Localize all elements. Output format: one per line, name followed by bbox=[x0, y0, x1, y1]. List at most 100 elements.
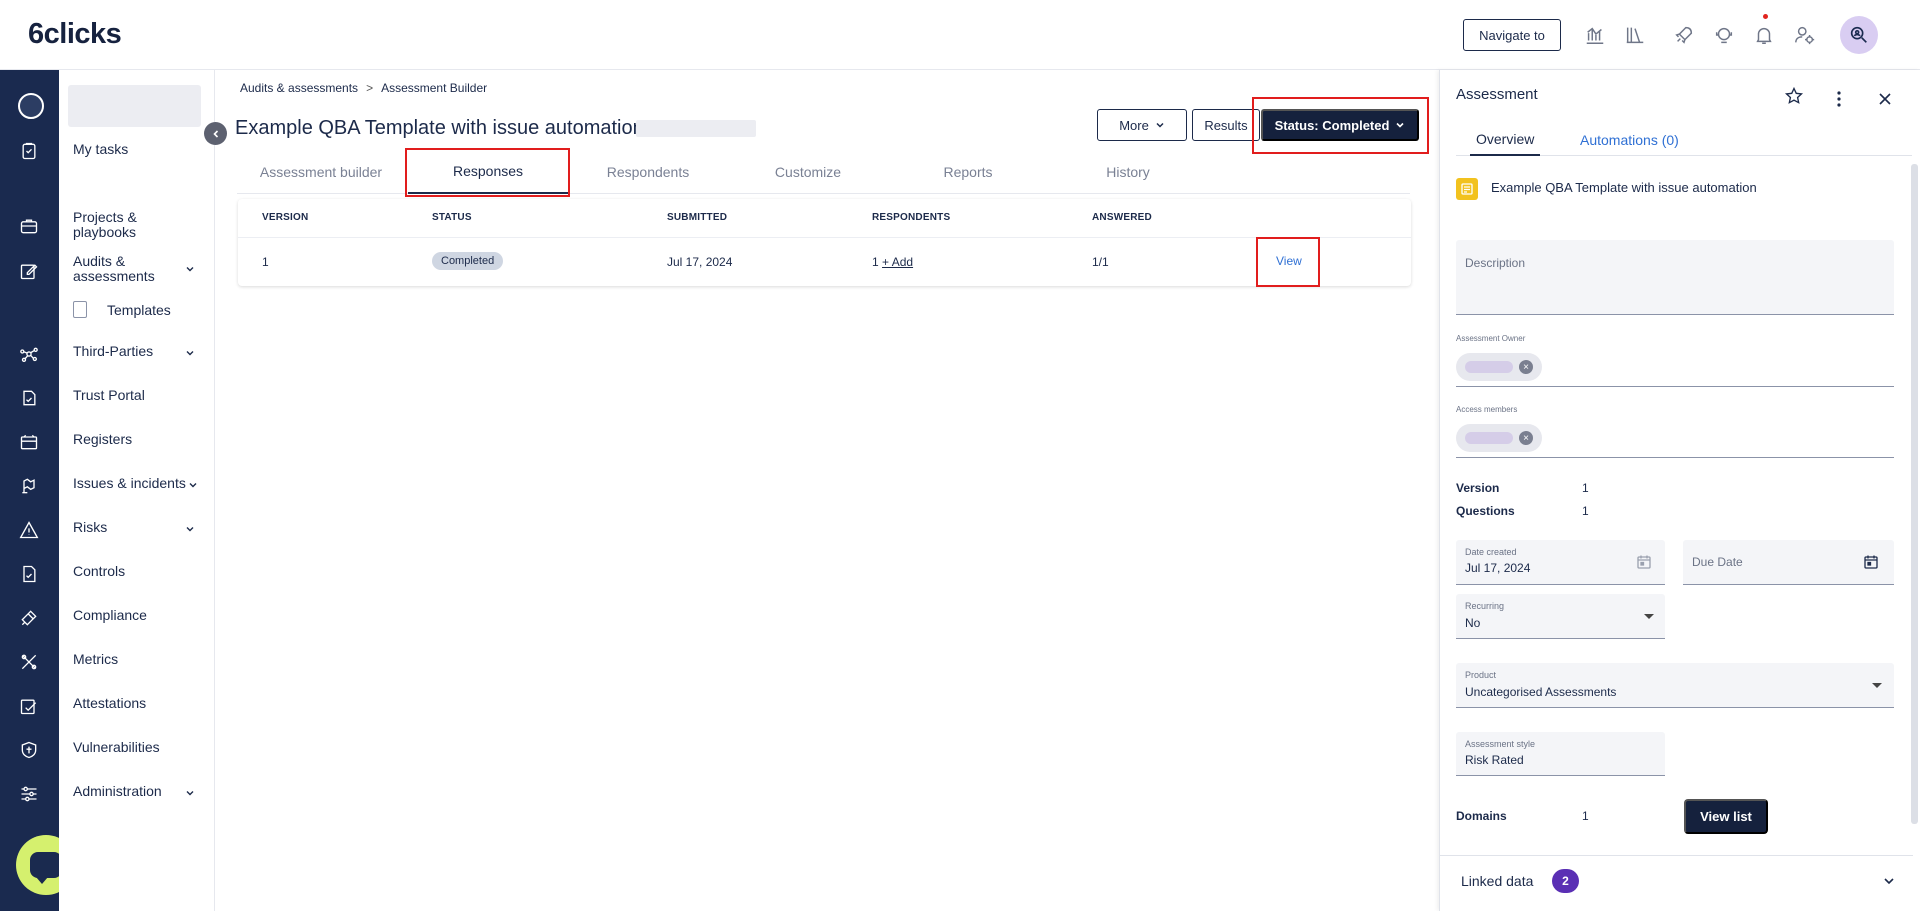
recurring-value: No bbox=[1465, 616, 1481, 630]
more-button[interactable]: More bbox=[1097, 109, 1187, 141]
tasks-icon[interactable] bbox=[17, 139, 41, 163]
add-respondent-link[interactable]: + Add bbox=[882, 255, 913, 269]
bell-icon[interactable] bbox=[1751, 22, 1777, 48]
breadcrumb-separator: > bbox=[366, 81, 374, 95]
sidebar-item-attestations[interactable]: Attestations bbox=[73, 696, 146, 711]
app-logo[interactable]: 6clicks bbox=[28, 18, 122, 51]
sidebar-item-projects[interactable]: Projects & playbooks bbox=[73, 210, 153, 240]
product-label: Product bbox=[1465, 670, 1497, 680]
sidebar-item-metrics[interactable]: Metrics bbox=[73, 652, 118, 667]
sidebar-item-vulnerabilities[interactable]: Vulnerabilities bbox=[73, 740, 160, 755]
template-icon bbox=[73, 301, 87, 318]
remove-member-icon[interactable]: × bbox=[1519, 431, 1533, 445]
metrics-icon[interactable] bbox=[17, 650, 41, 674]
tab-customize[interactable]: Customize bbox=[728, 150, 888, 194]
attestation-icon[interactable] bbox=[17, 694, 41, 718]
panel-title: Assessment bbox=[1456, 86, 1538, 103]
edit-icon[interactable] bbox=[17, 259, 41, 283]
view-list-button[interactable]: View list bbox=[1684, 799, 1768, 834]
results-button[interactable]: Results bbox=[1192, 109, 1260, 141]
product-select[interactable]: Product Uncategorised Assessments bbox=[1456, 663, 1894, 708]
notification-dot bbox=[1763, 14, 1768, 19]
tab-history[interactable]: History bbox=[1048, 150, 1208, 194]
linked-data-label: Linked data bbox=[1461, 873, 1534, 889]
chevron-down-icon[interactable] bbox=[184, 787, 196, 799]
member-chip-placeholder bbox=[1465, 432, 1513, 444]
version-value: 1 bbox=[1582, 481, 1589, 495]
sidebar-item-registers[interactable]: Registers bbox=[73, 432, 132, 447]
rail-avatar[interactable] bbox=[18, 93, 44, 119]
rocket-icon[interactable] bbox=[1671, 22, 1697, 48]
product-value: Uncategorised Assessments bbox=[1465, 685, 1617, 699]
sidebar-item-trust-portal[interactable]: Trust Portal bbox=[73, 388, 145, 403]
tab-overview[interactable]: Overview bbox=[1470, 123, 1541, 156]
user-settings-icon[interactable] bbox=[1792, 22, 1818, 48]
linked-data-count-badge: 2 bbox=[1552, 869, 1579, 893]
controls-icon[interactable] bbox=[17, 562, 41, 586]
briefcase-icon[interactable] bbox=[17, 214, 41, 238]
column-header-version: VERSION bbox=[262, 212, 309, 223]
domains-label: Domains bbox=[1456, 809, 1507, 823]
chevron-down-icon[interactable] bbox=[184, 523, 196, 535]
sidebar-item-my-tasks[interactable]: My tasks bbox=[73, 142, 128, 157]
chevron-down-icon[interactable] bbox=[1882, 874, 1896, 888]
remove-owner-icon[interactable]: × bbox=[1519, 360, 1533, 374]
network-icon[interactable] bbox=[17, 342, 41, 366]
close-icon[interactable] bbox=[1875, 89, 1895, 109]
sidebar-item-controls[interactable]: Controls bbox=[73, 564, 125, 579]
sidebar-item-third-parties[interactable]: Third-Parties bbox=[73, 344, 153, 359]
sidebar-item-administration[interactable]: Administration bbox=[73, 784, 162, 799]
cell-submitted: Jul 17, 2024 bbox=[667, 255, 733, 269]
cell-answered: 1/1 bbox=[1092, 255, 1109, 269]
description-placeholder: Description bbox=[1465, 256, 1526, 270]
version-label: Version bbox=[1456, 481, 1500, 495]
issue-icon[interactable] bbox=[17, 474, 41, 498]
risk-icon[interactable] bbox=[17, 518, 41, 542]
column-header-status: STATUS bbox=[432, 212, 472, 223]
responses-table bbox=[238, 199, 1411, 286]
page-title: Example QBA Template with issue automati… bbox=[235, 117, 644, 139]
due-date-field[interactable]: Due Date bbox=[1683, 540, 1894, 585]
chevron-down-icon[interactable] bbox=[187, 479, 199, 491]
member-chip[interactable]: × bbox=[1456, 424, 1542, 452]
tab-assessment-builder[interactable]: Assessment builder bbox=[237, 150, 405, 194]
user-avatar[interactable] bbox=[1840, 16, 1878, 54]
breadcrumb-current: Assessment Builder bbox=[381, 81, 488, 95]
tab-automations[interactable]: Automations (0) bbox=[1574, 123, 1685, 156]
sidebar-item-templates[interactable]: Templates bbox=[73, 301, 171, 318]
assessment-style-label: Assessment style bbox=[1465, 739, 1536, 749]
assessment-panel bbox=[1439, 70, 1920, 911]
panel-scrollbar[interactable] bbox=[1911, 164, 1918, 824]
sidebar-item-issues[interactable]: Issues & incidents bbox=[73, 476, 186, 491]
tab-reports[interactable]: Reports bbox=[888, 150, 1048, 194]
date-created-field[interactable]: Date created Jul 17, 2024 bbox=[1456, 540, 1665, 585]
compliance-icon[interactable] bbox=[17, 606, 41, 630]
shield-icon[interactable] bbox=[17, 738, 41, 762]
library-icon[interactable] bbox=[1622, 22, 1648, 48]
chevron-down-icon[interactable] bbox=[184, 263, 196, 275]
chevron-down-icon[interactable] bbox=[184, 347, 196, 359]
support-icon[interactable] bbox=[1711, 22, 1737, 48]
analytics-icon[interactable] bbox=[1582, 22, 1608, 48]
breadcrumb-parent[interactable]: Audits & assessments bbox=[240, 81, 358, 95]
register-icon[interactable] bbox=[17, 430, 41, 454]
sidebar-item-audits[interactable]: Audits & assessments bbox=[73, 254, 163, 284]
sidebar-item-compliance[interactable]: Compliance bbox=[73, 608, 147, 623]
sidebar-item-risks[interactable]: Risks bbox=[73, 520, 107, 535]
description-field[interactable]: Description bbox=[1456, 240, 1894, 315]
calendar-icon[interactable] bbox=[1863, 554, 1879, 570]
recurring-select[interactable]: Recurring No bbox=[1456, 594, 1665, 639]
star-icon[interactable] bbox=[1784, 86, 1804, 106]
tab-respondents[interactable]: Respondents bbox=[568, 150, 728, 194]
portal-icon[interactable] bbox=[17, 386, 41, 410]
collapse-sidebar-button[interactable] bbox=[204, 122, 227, 145]
owner-chip[interactable]: × bbox=[1456, 353, 1542, 381]
navigate-to-button[interactable]: Navigate to bbox=[1463, 19, 1561, 51]
chevron-down-icon bbox=[1156, 122, 1164, 128]
admin-icon[interactable] bbox=[17, 782, 41, 806]
calendar-icon[interactable] bbox=[1636, 554, 1652, 570]
domains-value: 1 bbox=[1582, 809, 1589, 823]
highlight-responses-tab bbox=[405, 148, 570, 197]
more-vert-icon[interactable] bbox=[1829, 89, 1849, 109]
assessment-style-field[interactable]: Assessment style Risk Rated bbox=[1456, 732, 1665, 776]
